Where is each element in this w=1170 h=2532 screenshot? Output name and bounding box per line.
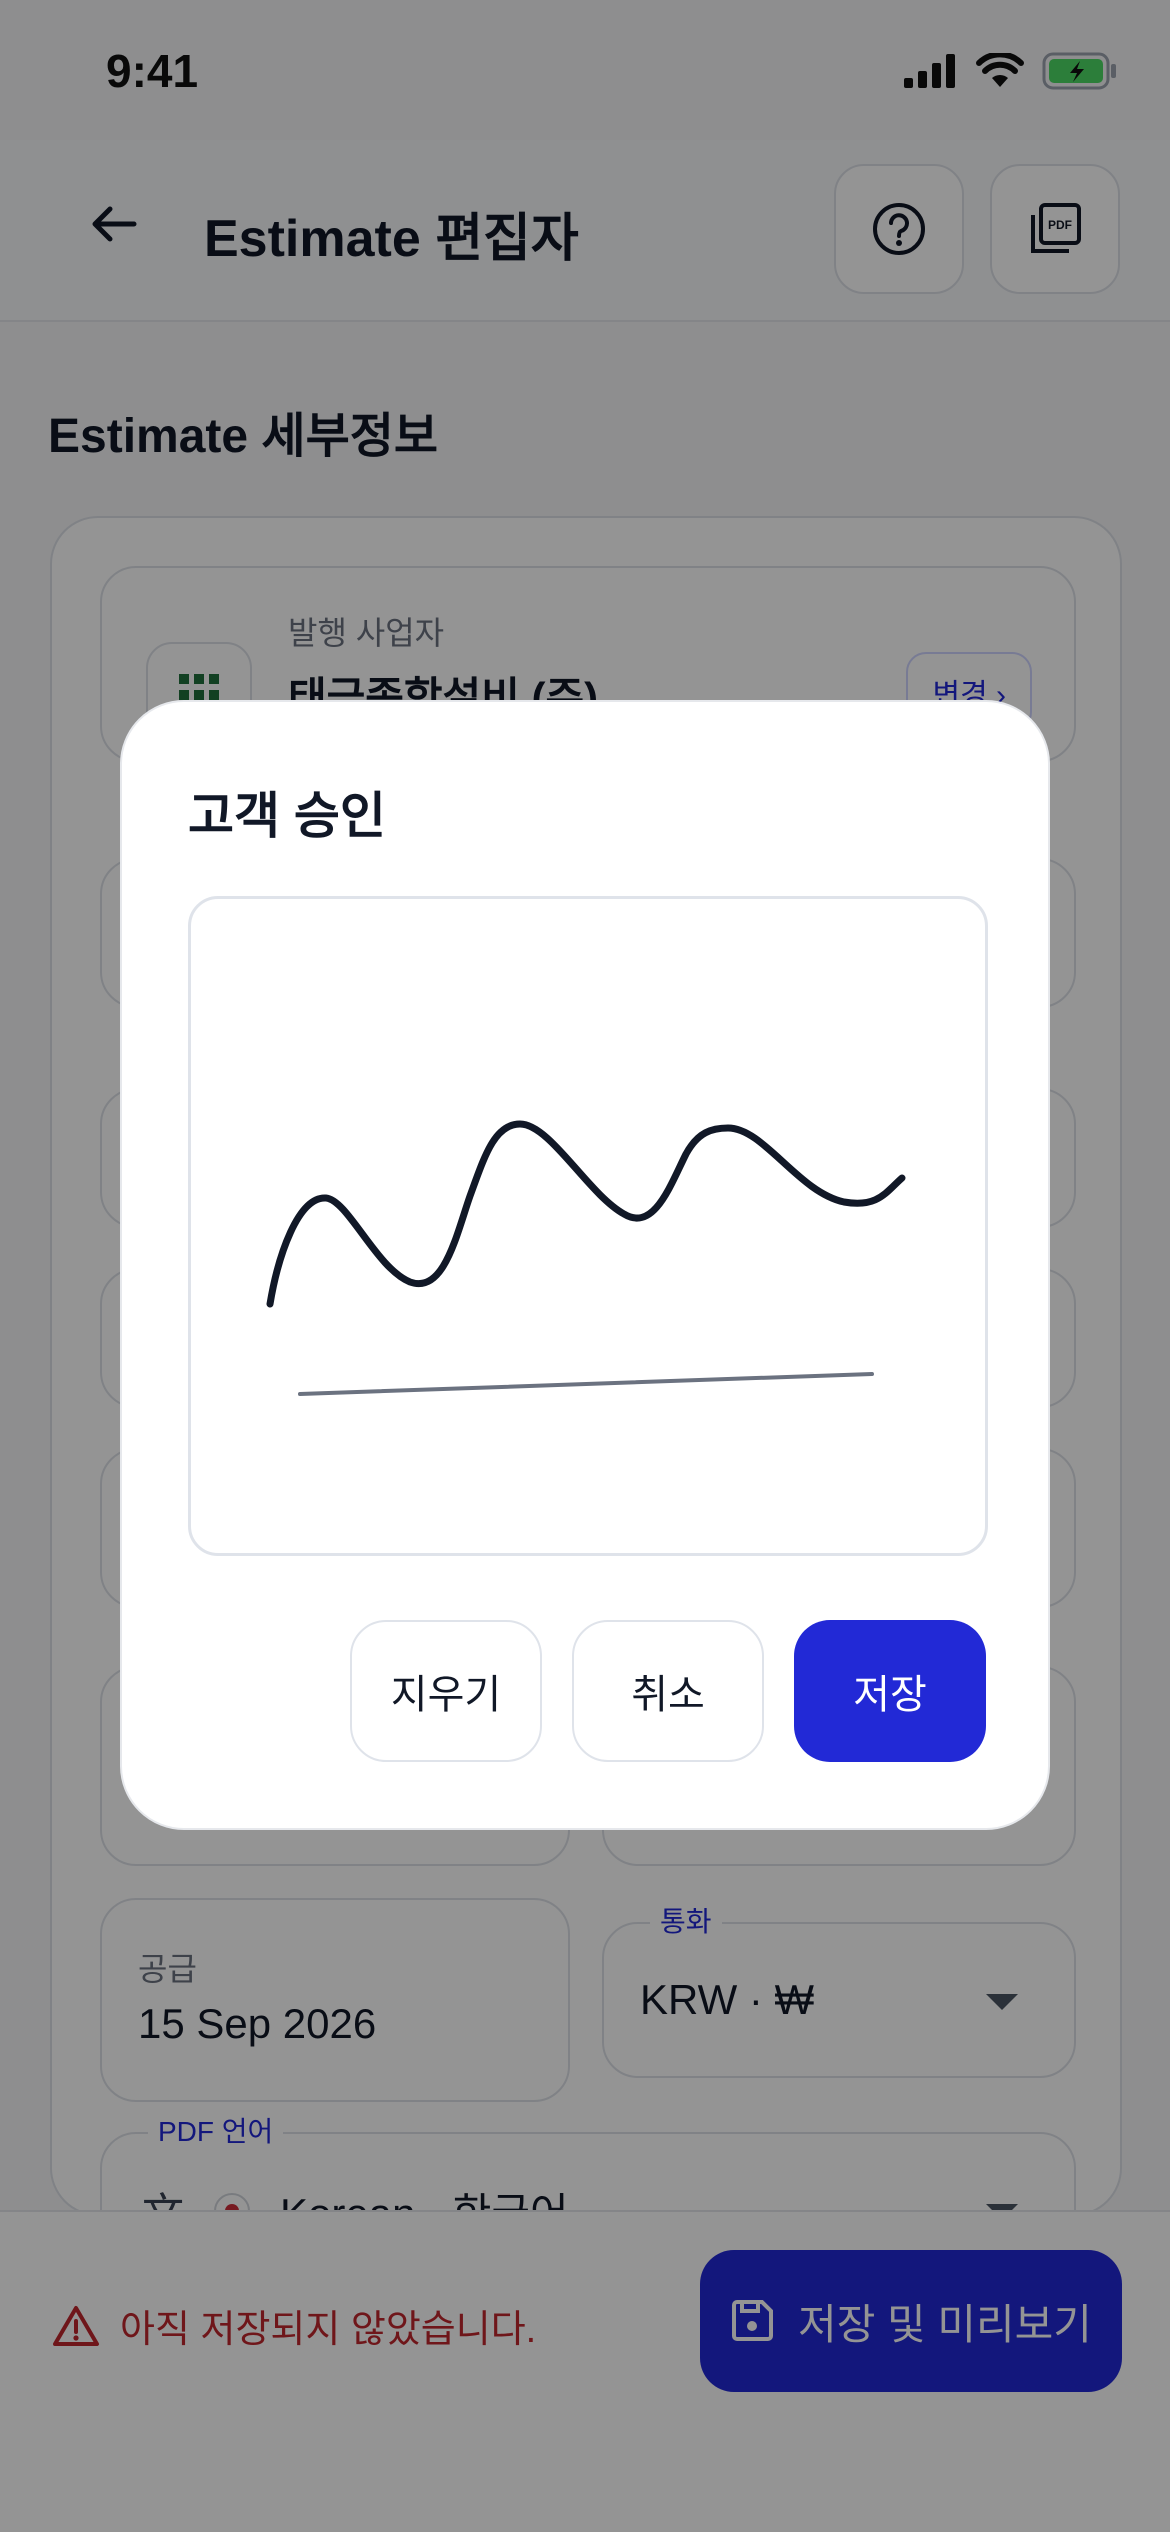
clear-button[interactable]: 지우기: [350, 1620, 542, 1762]
cancel-button[interactable]: 취소: [572, 1620, 764, 1762]
signature-stroke: [266, 1120, 906, 1396]
dialog-title: 고객 승인: [188, 788, 386, 844]
save-button[interactable]: 저장: [794, 1620, 986, 1762]
signature-dialog: 고객 승인 지우기 취소 저장: [120, 700, 1050, 1830]
signature-pad[interactable]: [188, 896, 988, 1556]
